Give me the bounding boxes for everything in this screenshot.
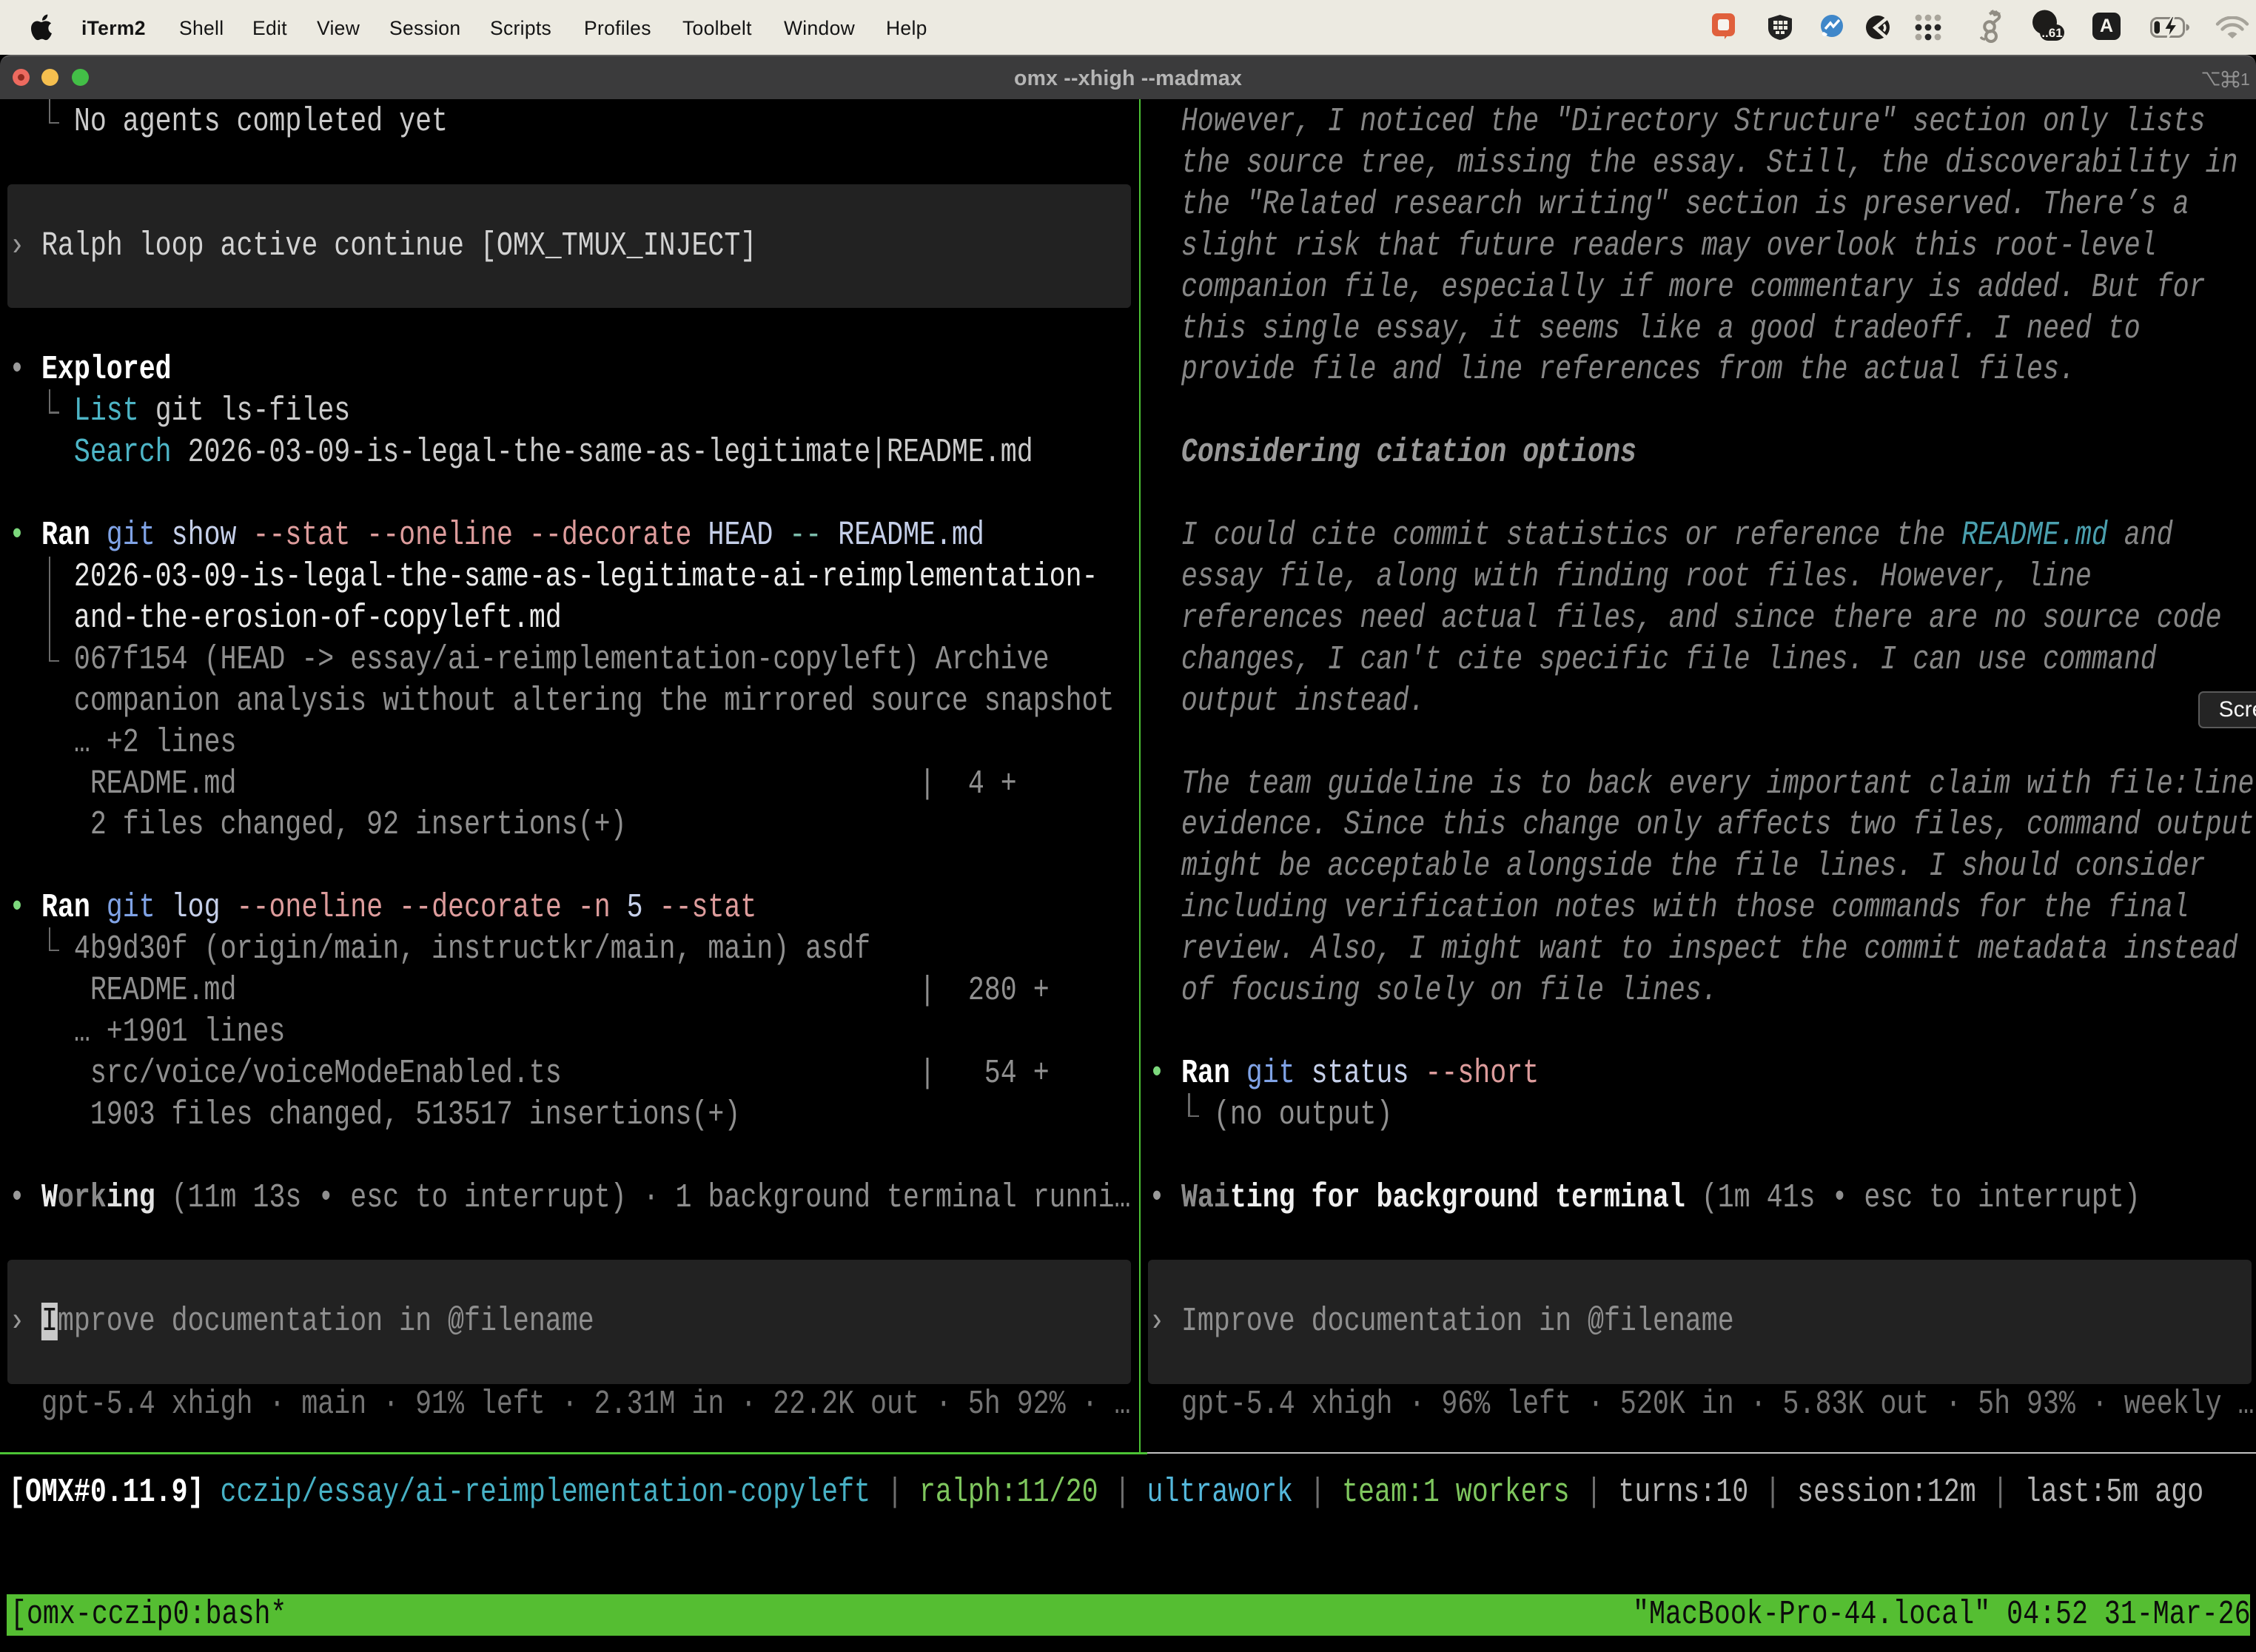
svg-text:..61: ..61: [2041, 26, 2062, 40]
svg-text:1: 1: [2240, 70, 2249, 88]
